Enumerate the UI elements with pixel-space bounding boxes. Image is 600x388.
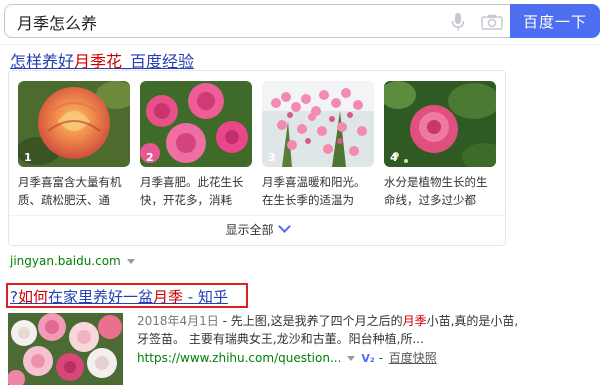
- title-highlight: 月季花: [74, 52, 123, 71]
- chevron-down-icon: [277, 220, 291, 233]
- step-tile[interactable]: 2 月季喜肥。此花生长快，开花多，消耗养...: [140, 81, 252, 209]
- search-bar: 百度一下: [0, 0, 600, 45]
- title-text: 在家里养好一盆: [47, 288, 153, 306]
- result-thumbnail[interactable]: [8, 313, 123, 385]
- step-caption: 水分是植物生长的生命线，过多过少都会...: [384, 175, 488, 207]
- step-number: 2: [146, 151, 154, 164]
- step-tile[interactable]: 3 月季喜温暖和阳光。在生长季的适温为白...: [262, 81, 374, 209]
- search-input[interactable]: [17, 11, 417, 33]
- step-image[interactable]: 3: [262, 81, 374, 167]
- dropdown-arrow-icon[interactable]: [126, 259, 135, 264]
- step-number: 4: [390, 151, 398, 164]
- step-number: 3: [268, 151, 276, 164]
- divider: [9, 215, 505, 216]
- step-tile[interactable]: 1 月季喜富含大量有机质、疏松肥沃、通气...: [18, 81, 130, 209]
- result-url[interactable]: jingyan.baidu.com: [10, 254, 135, 268]
- show-all-label: 显示全部: [225, 223, 274, 237]
- search-button[interactable]: 百度一下: [510, 4, 600, 38]
- step-image[interactable]: 1: [18, 81, 130, 167]
- result-card: 1 月季喜富含大量有机质、疏松肥沃、通气... 2 月季喜肥。此花生长快，开花多…: [8, 70, 506, 246]
- dropdown-arrow-icon[interactable]: [347, 356, 356, 361]
- title-highlight: 如何: [17, 288, 48, 306]
- cache-link[interactable]: 百度快照: [389, 351, 437, 365]
- url-text[interactable]: https://www.zhihu.com/question...: [137, 351, 341, 365]
- microphone-icon[interactable]: [451, 13, 465, 31]
- verified-badge-icon: V₂: [361, 352, 375, 365]
- result-snippet: 2018年4月1日 - 先上图,这是我养了四个月之后的月季小苗,真的是小苗,牙签…: [137, 312, 527, 348]
- step-tile[interactable]: 4 水分是植物生长的生命线，过多过少都会...: [384, 81, 496, 209]
- snippet-text: - 先上图,这是我养了四个月之后的: [218, 314, 403, 328]
- step-caption: 月季喜温暖和阳光。在生长季的适温为白...: [262, 175, 366, 207]
- result-title[interactable]: ?如何在家里养好一盆月季 - 知乎: [10, 286, 228, 307]
- url-text: jingyan.baidu.com: [10, 254, 121, 268]
- step-number: 1: [24, 151, 32, 164]
- result-date: 2018年4月1日: [137, 314, 219, 328]
- title-text: 怎样养好: [10, 52, 75, 71]
- title-highlight: 月季: [153, 288, 184, 306]
- title-text: _百度经验: [122, 52, 195, 71]
- title-text: - 知乎: [183, 288, 228, 306]
- step-image[interactable]: 2: [140, 81, 252, 167]
- step-caption: 月季喜富含大量有机质、疏松肥沃、通气...: [18, 175, 122, 207]
- step-image[interactable]: 4: [384, 81, 496, 167]
- show-all-button[interactable]: 显示全部: [9, 219, 505, 241]
- result-url: https://www.zhihu.com/question... V₂ - 百度…: [137, 351, 437, 365]
- step-caption: 月季喜肥。此花生长快，开花多，消耗养...: [140, 175, 244, 207]
- snippet-highlight: 月季: [402, 314, 427, 328]
- search-box: [4, 4, 510, 38]
- camera-icon[interactable]: [481, 14, 503, 30]
- result-title[interactable]: 怎样养好月季花_百度经验: [10, 48, 194, 72]
- title-text: ?: [10, 288, 18, 306]
